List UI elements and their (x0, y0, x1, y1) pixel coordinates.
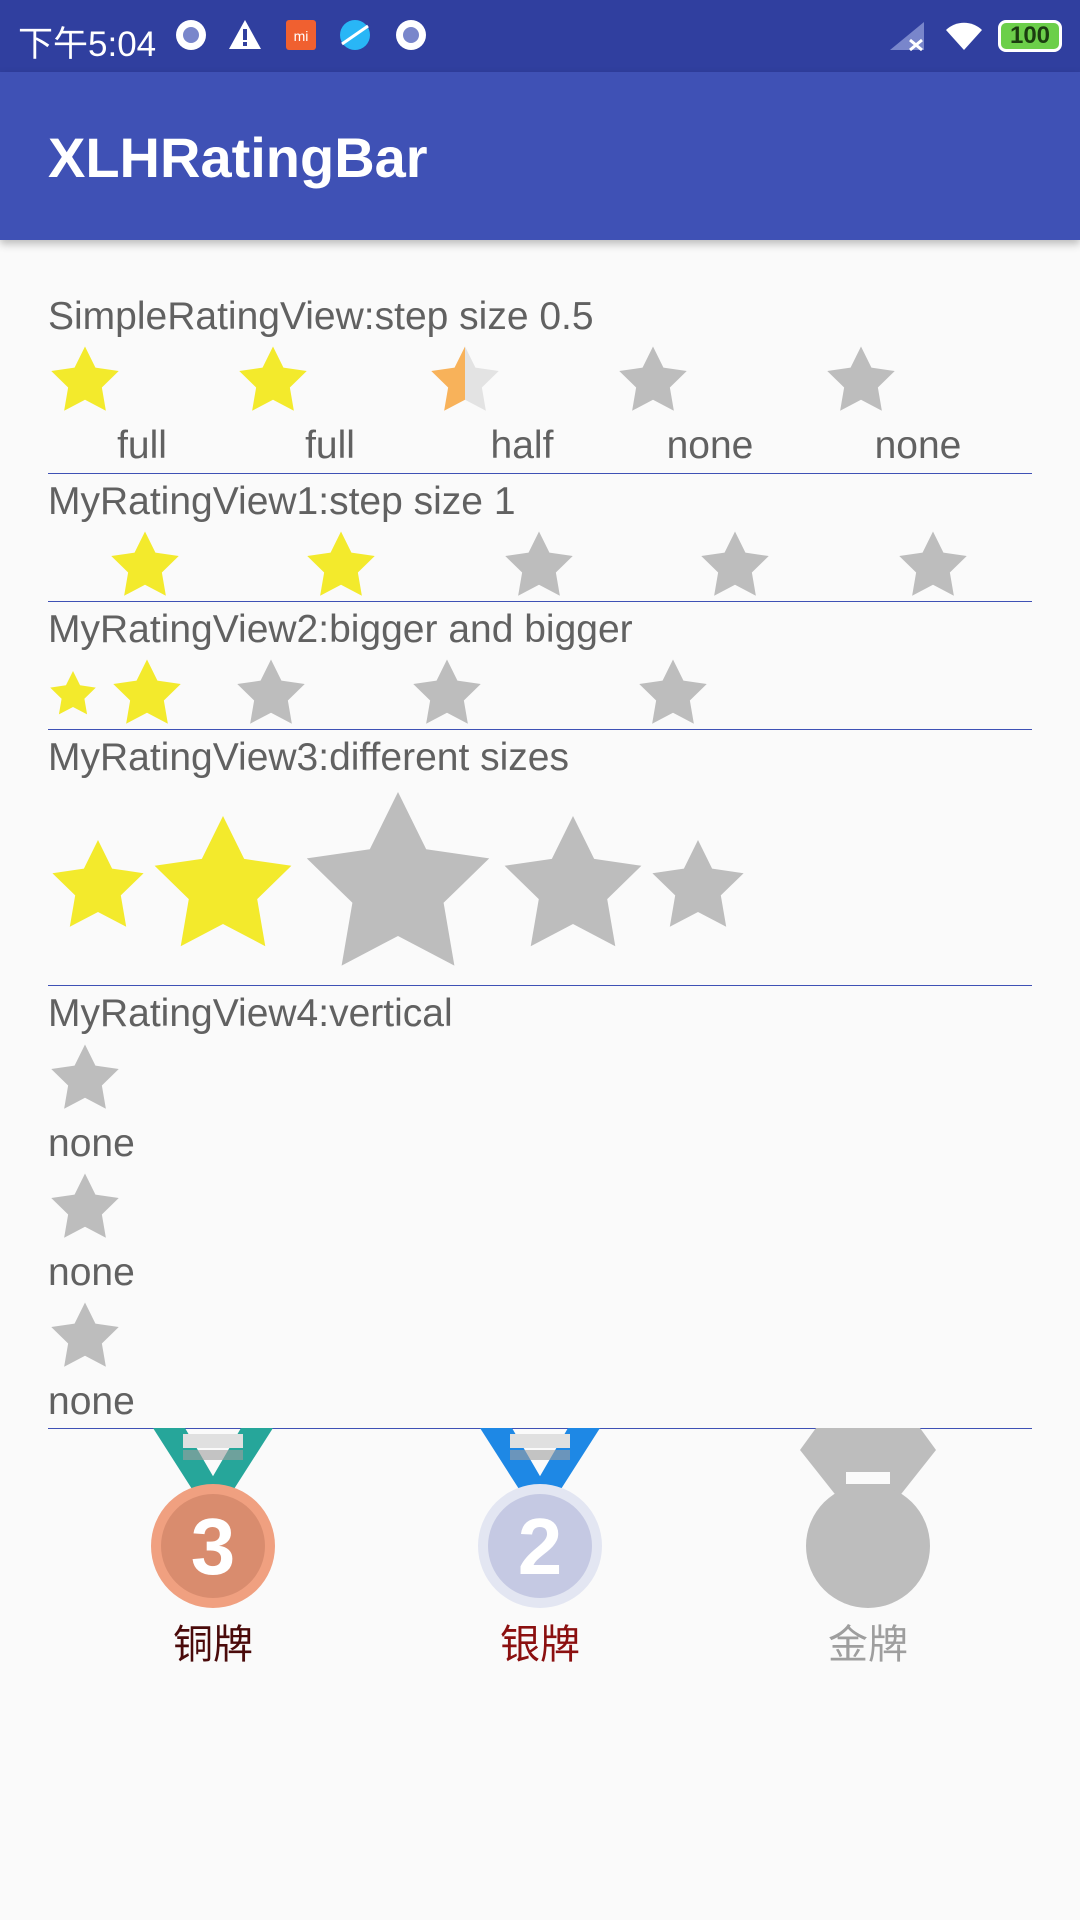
star-empty-icon[interactable] (298, 788, 498, 972)
star-state-label: none (666, 424, 754, 467)
star-filled-icon[interactable] (110, 658, 184, 726)
star-empty-icon[interactable] (636, 658, 710, 726)
star-empty-icon[interactable] (48, 1172, 122, 1240)
warning-icon (229, 20, 261, 49)
battery-icon: 100 (998, 20, 1062, 52)
star-state-label: full (117, 424, 167, 467)
medal-number: 2 (518, 1502, 563, 1591)
star-filled-icon[interactable] (48, 670, 98, 716)
cell-signal-icon (890, 22, 924, 52)
star-filled-icon[interactable] (236, 345, 310, 413)
medal-label: 铜牌 (173, 1623, 253, 1667)
simple-rating-view-title: SimpleRatingView:step size 0.5 (48, 295, 594, 338)
star-state-label: full (305, 424, 355, 467)
app-notification-icon (176, 20, 206, 50)
star-empty-icon[interactable] (498, 813, 648, 951)
status-time: 下午5:04 (18, 25, 157, 64)
star-empty-icon[interactable] (502, 530, 576, 598)
star-empty-icon[interactable] (410, 658, 484, 726)
app-bar: XLHRatingBar (0, 72, 1080, 240)
app-notification-icon (396, 20, 426, 50)
silver-medal-icon[interactable]: 2 (470, 1428, 610, 1608)
star-filled-icon[interactable] (108, 530, 182, 598)
star-state-label: half (490, 424, 554, 467)
my-rating-view2-title: MyRatingView2:bigger and bigger (48, 608, 633, 651)
status-bar: 下午5:04 mi 100 (0, 0, 1080, 72)
star-empty-icon[interactable] (896, 530, 970, 598)
divider (48, 985, 1032, 986)
divider (48, 729, 1032, 730)
star-filled-icon[interactable] (304, 530, 378, 598)
star-empty-icon[interactable] (824, 345, 898, 413)
star-filled-icon[interactable] (148, 813, 298, 951)
star-empty-icon[interactable] (48, 1043, 122, 1111)
star-empty-icon[interactable] (698, 530, 772, 598)
star-half-icon[interactable] (428, 345, 502, 413)
medal-label: 金牌 (828, 1623, 908, 1667)
my-rating-view3-title: MyRatingView3:different sizes (48, 736, 569, 779)
star-empty-icon[interactable] (616, 345, 690, 413)
star-filled-icon[interactable] (48, 838, 148, 930)
svg-text:mi: mi (294, 28, 309, 44)
star-state-label: none (874, 424, 962, 467)
star-empty-icon[interactable] (48, 1301, 122, 1369)
divider (48, 473, 1032, 474)
wifi-icon (946, 22, 982, 50)
browser-icon (340, 20, 370, 50)
medal-number: 3 (191, 1502, 236, 1591)
star-filled-icon[interactable] (48, 345, 122, 413)
star-empty-icon[interactable] (648, 838, 748, 930)
app-title: XLHRatingBar (48, 126, 428, 189)
my-rating-view4-title: MyRatingView4:vertical (48, 992, 453, 1035)
mi-store-icon: mi (286, 20, 316, 50)
bronze-medal-icon[interactable]: 3 (143, 1428, 283, 1608)
star-state-label: none (48, 1251, 135, 1294)
my-rating-view1-title: MyRatingView1:step size 1 (48, 480, 516, 523)
medal-label: 银牌 (500, 1623, 580, 1667)
star-empty-icon[interactable] (234, 658, 308, 726)
gold-medal-icon[interactable] (798, 1428, 938, 1608)
star-state-label: none (48, 1122, 135, 1165)
divider (48, 601, 1032, 602)
battery-level: 100 (1009, 22, 1051, 49)
star-state-label: none (48, 1380, 135, 1423)
